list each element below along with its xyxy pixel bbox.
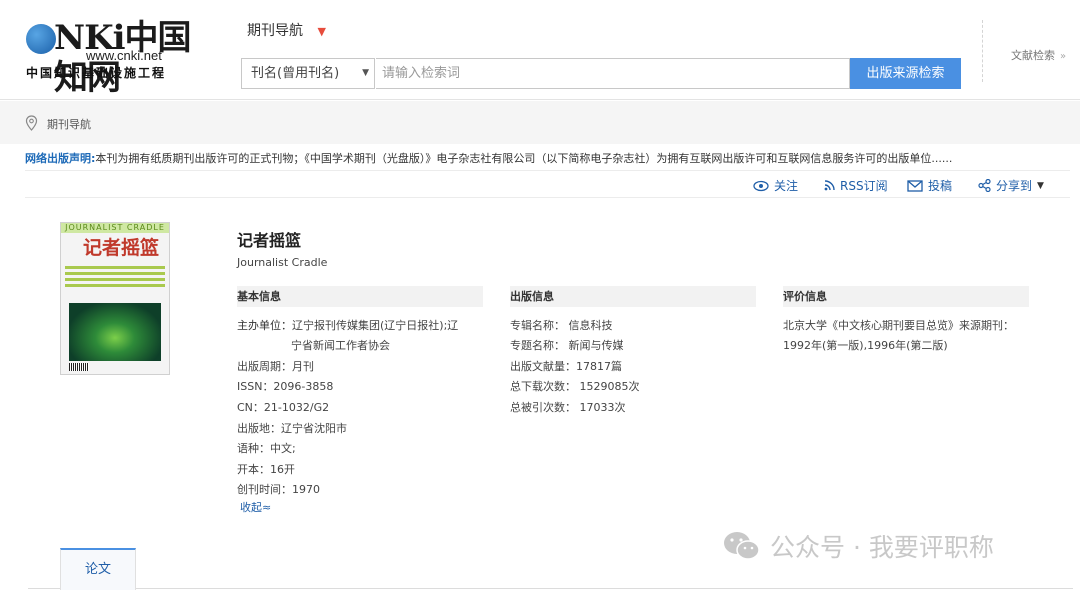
chevron-right-icon: » xyxy=(1060,51,1067,62)
citation-count: 总被引次数： 17033次 xyxy=(510,401,626,414)
follow-button[interactable]: 关注 xyxy=(753,177,798,194)
action-bar: 关注 RSS订阅 投稿 分享到 ▼ xyxy=(0,177,1080,193)
core-journal-editions: 1992年(第一版),1996年(第二版) xyxy=(783,339,948,352)
album-name: 专辑名称： 信息科技 xyxy=(510,319,613,332)
rss-label: RSS订阅 xyxy=(840,179,888,193)
tab-divider xyxy=(28,588,1073,589)
publication-period: 出版周期：月刊 xyxy=(237,360,314,373)
search-input[interactable]: 请输入检索词 xyxy=(376,58,850,89)
journal-english-title: Journalist Cradle xyxy=(237,256,328,269)
publishing-declaration: 网络出版声明:本刊为拥有纸质期刊出版许可的正式刊物；《中国学术期刊（光盘版）》电… xyxy=(25,150,952,166)
caret-down-icon: ▼ xyxy=(1037,180,1044,191)
format-size: 开本：16开 xyxy=(237,463,295,476)
barcode-icon xyxy=(69,363,89,371)
cover-photo xyxy=(69,303,161,361)
cover-logo-text: 记者摇篮 xyxy=(83,237,160,259)
core-journal-source: 北京大学《中文核心期刊要目总览》来源期刊： xyxy=(783,319,1014,332)
journal-cover-image: JOURNALIST CRADLE 记者摇篮 xyxy=(60,222,170,375)
search-field-value: 刊名(曾用刊名) xyxy=(251,66,340,81)
caret-down-icon: ▼ xyxy=(317,25,326,38)
literature-search-link[interactable]: 文献检索 » xyxy=(1011,47,1066,63)
language: 语种：中文; xyxy=(237,442,296,455)
topic-name: 专题名称： 新闻与传媒 xyxy=(510,339,624,352)
breadcrumb: 期刊导航 xyxy=(0,101,1080,144)
divider xyxy=(25,170,1070,171)
share-button[interactable]: 分享到 ▼ xyxy=(978,177,1044,194)
submit-label: 投稿 xyxy=(928,179,953,193)
mail-icon xyxy=(907,179,923,192)
download-count: 总下载次数： 1529085次 xyxy=(510,380,640,393)
issn: ISSN：2096-3858 xyxy=(237,380,334,393)
wechat-watermark: 公众号 · 我要评职称 xyxy=(722,528,994,564)
search-field-select[interactable]: 刊名(曾用刊名) ▼ xyxy=(241,58,375,89)
declaration-label: 网络出版声明: xyxy=(25,152,96,165)
divider xyxy=(25,197,1070,198)
cnki-logo[interactable]: NKi中国知网 www.cnki.net 中国知识基础设施工程 xyxy=(24,18,199,98)
cn-number: CN：21-1032/G2 xyxy=(237,401,330,414)
logo-subtitle: 中国知识基础设施工程 xyxy=(26,66,167,80)
watermark-text: 公众号 · 我要评职称 xyxy=(770,533,994,562)
founded-year: 创刊时间：1970 xyxy=(237,483,320,496)
tab-papers[interactable]: 论文 xyxy=(60,548,136,590)
follow-label: 关注 xyxy=(774,179,799,193)
article-count: 出版文献量：17817篇 xyxy=(510,360,622,373)
eye-icon xyxy=(753,180,769,191)
cover-stripes xyxy=(65,263,165,293)
location-pin-icon xyxy=(25,115,38,131)
source-search-button[interactable]: 出版来源检索 xyxy=(850,58,961,89)
share-label: 分享到 xyxy=(996,179,1033,193)
breadcrumb-item[interactable]: 期刊导航 xyxy=(47,116,91,132)
rss-icon xyxy=(824,180,835,191)
evaluation-info-heading: 评价信息 xyxy=(783,286,1029,307)
publish-info-heading: 出版信息 xyxy=(510,286,756,307)
host-unit-continued: 宁省新闻工作者协会 xyxy=(291,339,390,352)
rss-button[interactable]: RSS订阅 xyxy=(824,177,888,194)
cover-top-text: JOURNALIST CRADLE xyxy=(61,223,169,233)
journal-nav-label: 期刊导航 xyxy=(247,23,303,39)
logo-url: www.cnki.net xyxy=(86,48,162,63)
select-arrow-icon: ▼ xyxy=(362,68,369,78)
header-divider xyxy=(982,20,983,82)
share-icon xyxy=(978,179,991,192)
journal-title: 记者摇篮 xyxy=(237,231,302,250)
collapse-link[interactable]: 收起≈ xyxy=(240,499,271,515)
wechat-icon xyxy=(724,532,760,560)
host-unit: 主办单位：辽宁报刊传媒集团(辽宁日报社);辽 xyxy=(237,319,459,332)
journal-nav-dropdown[interactable]: 期刊导航 ▼ xyxy=(247,20,326,40)
submit-button[interactable]: 投稿 xyxy=(907,177,952,194)
literature-search-label: 文献检索 xyxy=(1011,49,1055,62)
declaration-text: 本刊为拥有纸质期刊出版许可的正式刊物；《中国学术期刊（光盘版）》电子杂志社有限公… xyxy=(95,152,953,165)
publication-place: 出版地：辽宁省沈阳市 xyxy=(237,422,347,435)
basic-info-heading: 基本信息 xyxy=(237,286,483,307)
header: NKi中国知网 www.cnki.net 中国知识基础设施工程 期刊导航 ▼ 刊… xyxy=(0,0,1080,100)
